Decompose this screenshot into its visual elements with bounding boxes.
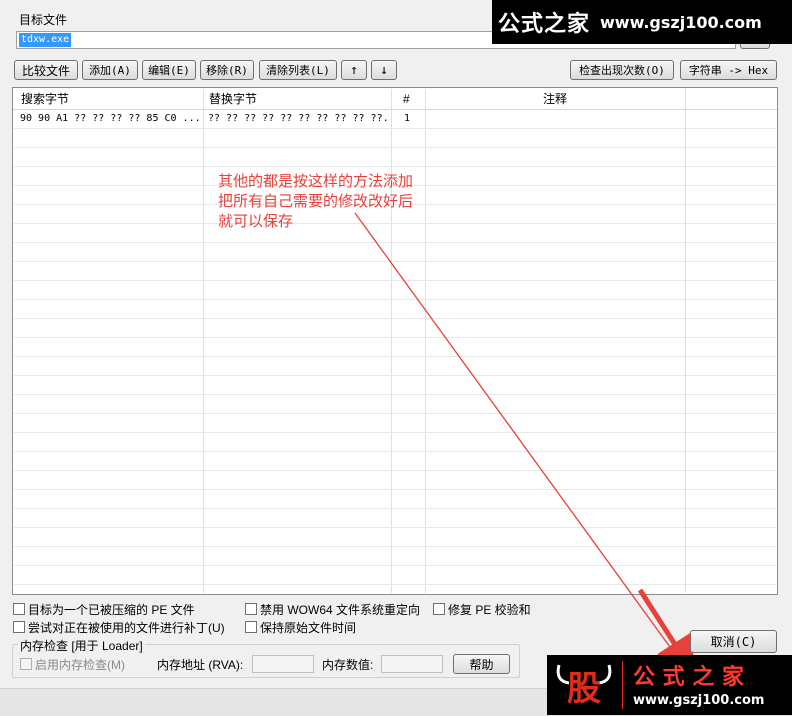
packed-pe-checkbox[interactable] bbox=[13, 603, 25, 615]
packed-pe-label: 目标为一个已被压缩的 PE 文件 bbox=[28, 603, 195, 617]
patch-in-use-checkbox[interactable] bbox=[13, 621, 25, 633]
watermark-bottom-cn: 公 式 之 家 bbox=[633, 664, 744, 690]
fix-checksum-checkbox[interactable] bbox=[433, 603, 445, 615]
memory-address-label: 内存地址 (RVA): bbox=[157, 658, 244, 672]
enable-memory-check-label: 启用内存检查(M) bbox=[35, 658, 125, 672]
patch-in-use-label: 尝试对正在被使用的文件进行补丁(U) bbox=[28, 621, 225, 635]
watermark-logo: 股 bbox=[553, 661, 615, 709]
watermark-top-url: www.gszj100.com bbox=[600, 12, 762, 32]
keep-time-label: 保持原始文件时间 bbox=[260, 621, 357, 635]
watermark-top-cn: 公式之家 bbox=[498, 11, 591, 37]
watermark-bottom-url: www.gszj100.com bbox=[633, 693, 765, 708]
memory-value-label: 内存数值: bbox=[322, 658, 374, 672]
memory-value-input[interactable] bbox=[381, 655, 443, 673]
watermark-badge: 股 bbox=[567, 668, 601, 709]
fix-checksum-label: 修复 PE 校验和 bbox=[448, 603, 531, 617]
watermark-bottom: 股 公 式 之 家 www.gszj100.com bbox=[547, 655, 792, 715]
enable-memory-check-checkbox[interactable] bbox=[20, 658, 32, 670]
disable-wow64-checkbox[interactable] bbox=[245, 603, 257, 615]
memory-check-group-label: 内存检查 [用于 Loader] bbox=[18, 637, 145, 654]
cancel-button[interactable]: 取消(C) bbox=[690, 630, 777, 653]
keep-time-checkbox[interactable] bbox=[245, 621, 257, 633]
watermark-top: 公式之家 www.gszj100.com bbox=[492, 0, 792, 44]
help-button[interactable]: 帮助 bbox=[453, 654, 510, 674]
disable-wow64-label: 禁用 WOW64 文件系统重定向 bbox=[260, 603, 421, 617]
memory-address-input[interactable] bbox=[252, 655, 314, 673]
watermark-divider bbox=[622, 661, 623, 709]
